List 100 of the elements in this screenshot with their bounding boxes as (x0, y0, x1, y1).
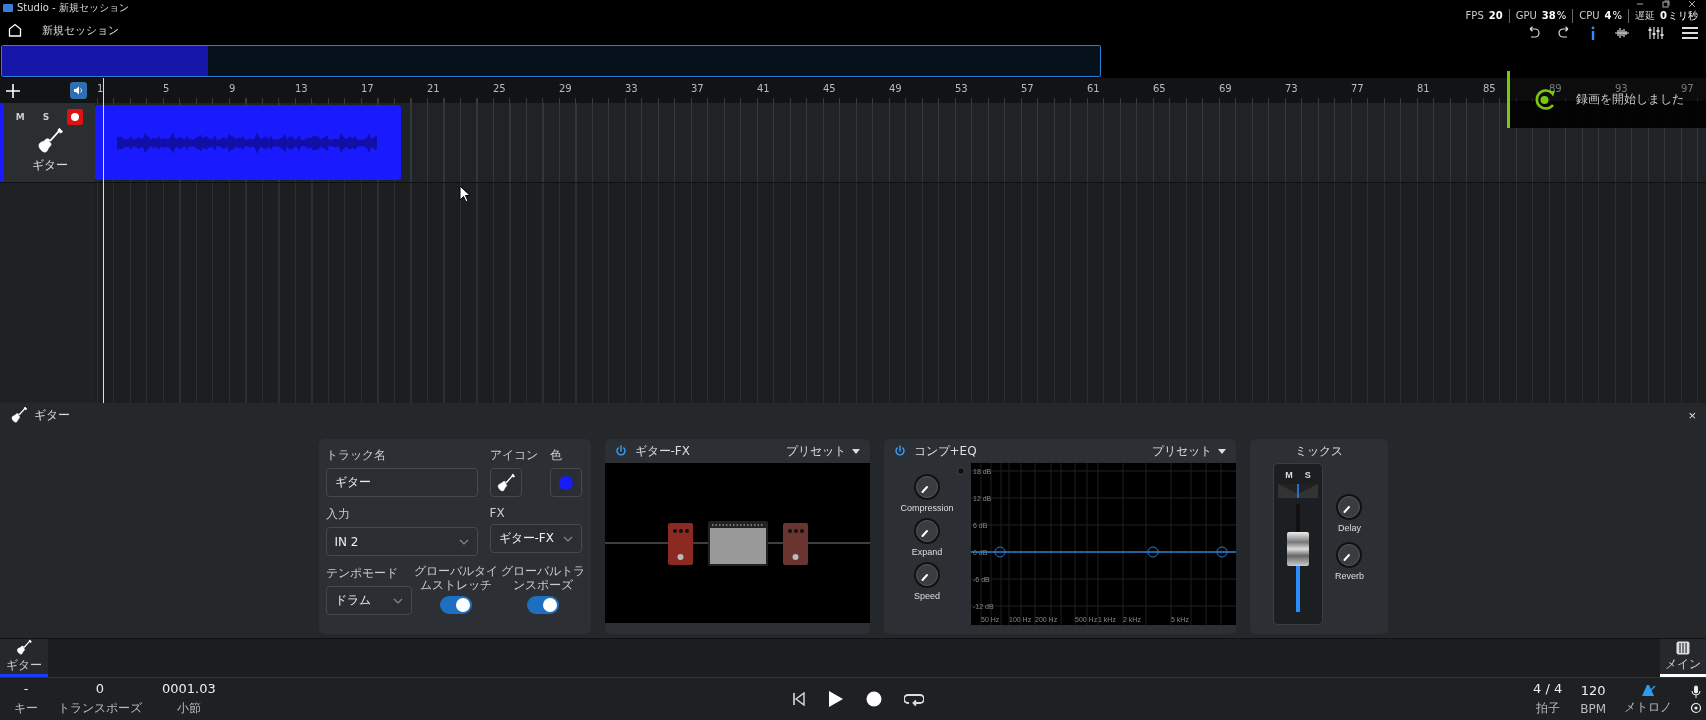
volume-fader[interactable] (1287, 504, 1309, 612)
pan-knob[interactable] (1278, 484, 1318, 498)
ruler-mark: 61 (1087, 83, 1100, 94)
icon-picker[interactable] (489, 468, 522, 497)
ruler-mark: 17 (361, 83, 374, 94)
card-title: ギター-FX (634, 442, 690, 460)
ruler-mark: 97 (1681, 83, 1694, 94)
track-header[interactable]: M S ギター (0, 103, 95, 182)
loop-button[interactable] (904, 691, 924, 707)
knob[interactable] (913, 517, 941, 545)
mouse-cursor-icon (459, 185, 471, 203)
ruler-mark: 93 (1615, 83, 1628, 94)
power-icon[interactable] (614, 445, 627, 457)
skip-back-button[interactable] (792, 692, 806, 706)
readout-value: 4 / 4 (1533, 681, 1563, 696)
mixer-icon (1676, 640, 1690, 655)
knob[interactable] (913, 473, 941, 501)
input-dropdown[interactable]: IN 2 (325, 527, 478, 556)
knob[interactable] (913, 561, 941, 589)
track-name: ギター (31, 157, 68, 174)
record-arm-button[interactable] (67, 109, 84, 125)
stat-readout: GPU 38% (1515, 10, 1567, 21)
main-tab[interactable]: メイン (1660, 639, 1706, 677)
target-icon[interactable] (1690, 701, 1702, 714)
solo-toggle[interactable]: S (42, 112, 50, 122)
close-button[interactable]: × (1688, 407, 1696, 423)
mute-toggle[interactable]: M (1285, 470, 1293, 480)
readout-label: 拍子 (1535, 700, 1560, 717)
ruler-mark: 69 (1219, 83, 1232, 94)
caret-icon (851, 448, 860, 454)
home-icon[interactable] (8, 23, 22, 37)
window-title: Studio - 新規セッション (17, 1, 129, 15)
stat-readout: CPU 4% (1579, 10, 1623, 21)
caret-icon (1217, 448, 1226, 454)
card-title: コンプ+EQ (913, 442, 977, 460)
readout-value: 120 (1580, 682, 1606, 698)
field-label: FX (489, 506, 506, 520)
fx-dropdown[interactable]: ギター-FX (489, 524, 582, 553)
stat-readout: 遅延 0 ミリ秒 (1635, 8, 1698, 23)
mute-toggle[interactable]: M (15, 112, 25, 122)
readout-value: 0001.03 (162, 681, 216, 696)
preset-dropdown[interactable]: プリセット (785, 442, 860, 460)
metronome-icon[interactable] (1640, 682, 1656, 697)
close-icon[interactable] (1688, 0, 1696, 8)
info-icon[interactable] (1590, 26, 1596, 40)
panel-title: ギター (34, 406, 70, 424)
fader-handle[interactable] (1287, 532, 1309, 567)
eq-curve[interactable] (970, 546, 1236, 558)
play-button[interactable] (828, 690, 844, 708)
field-label: 入力 (325, 506, 351, 523)
toggle-switch[interactable] (527, 595, 559, 614)
ruler-mark: 37 (691, 83, 704, 94)
menu-icon[interactable] (1682, 27, 1698, 39)
power-icon[interactable] (893, 445, 906, 457)
guitar-icon (35, 127, 64, 155)
ruler-mark: 53 (955, 83, 968, 94)
toggle-label: グローバルタイムストレッチ (413, 565, 499, 593)
ruler-mark: 5 (163, 83, 170, 94)
readout-label: キー (14, 700, 38, 717)
readout-label: 小節 (176, 700, 201, 717)
stat-readout: FPS 20 (1465, 10, 1503, 21)
notification-message: 録画を開始しました (1576, 92, 1684, 108)
speaker-icon (73, 85, 84, 96)
preset-dropdown[interactable]: プリセット (1151, 442, 1226, 460)
chevron-icon (458, 538, 469, 545)
track-tab[interactable]: ギター (0, 639, 48, 677)
app-icon (3, 3, 13, 13)
toggle-switch[interactable] (440, 595, 472, 614)
mixer-icon[interactable] (1648, 26, 1664, 40)
restore-icon[interactable] (1662, 0, 1670, 8)
color-picker[interactable] (549, 468, 582, 497)
knob[interactable] (1335, 493, 1364, 521)
ruler-mark: 1 (97, 83, 104, 94)
knob-label: Reverb (1335, 571, 1364, 581)
audio-clip[interactable] (95, 105, 401, 180)
ruler-mark: 29 (559, 83, 572, 94)
ruler-mark: 73 (1285, 83, 1298, 94)
ruler-mark: 45 (823, 83, 836, 94)
knob-label: Delay (1338, 523, 1361, 533)
ruler-mark: 13 (295, 83, 308, 94)
ruler-mark: 65 (1153, 83, 1166, 94)
ruler-mark: 9 (229, 83, 236, 94)
ruler-mark: 85 (1483, 83, 1496, 94)
waveform-icon[interactable] (1614, 27, 1630, 39)
add-icon[interactable] (6, 83, 20, 98)
track-name-field[interactable]: ギター (325, 468, 478, 497)
tempo-mode-dropdown[interactable]: ドラム (325, 586, 412, 615)
knob-label: Expand (911, 547, 943, 557)
ruler-mark: 21 (427, 83, 440, 94)
record-button[interactable] (866, 691, 882, 707)
minimize-icon[interactable] (1636, 0, 1644, 8)
knob[interactable] (1335, 541, 1364, 569)
speaker-button[interactable] (70, 82, 87, 99)
ruler-mark: 81 (1417, 83, 1430, 94)
solo-toggle[interactable]: S (1304, 470, 1311, 480)
guitar-icon (495, 472, 516, 493)
field-label: トラック名 (325, 447, 387, 464)
microphone-icon[interactable] (1690, 684, 1702, 699)
knob-label: Speed (914, 591, 940, 601)
overview-bar[interactable] (1, 45, 1101, 77)
